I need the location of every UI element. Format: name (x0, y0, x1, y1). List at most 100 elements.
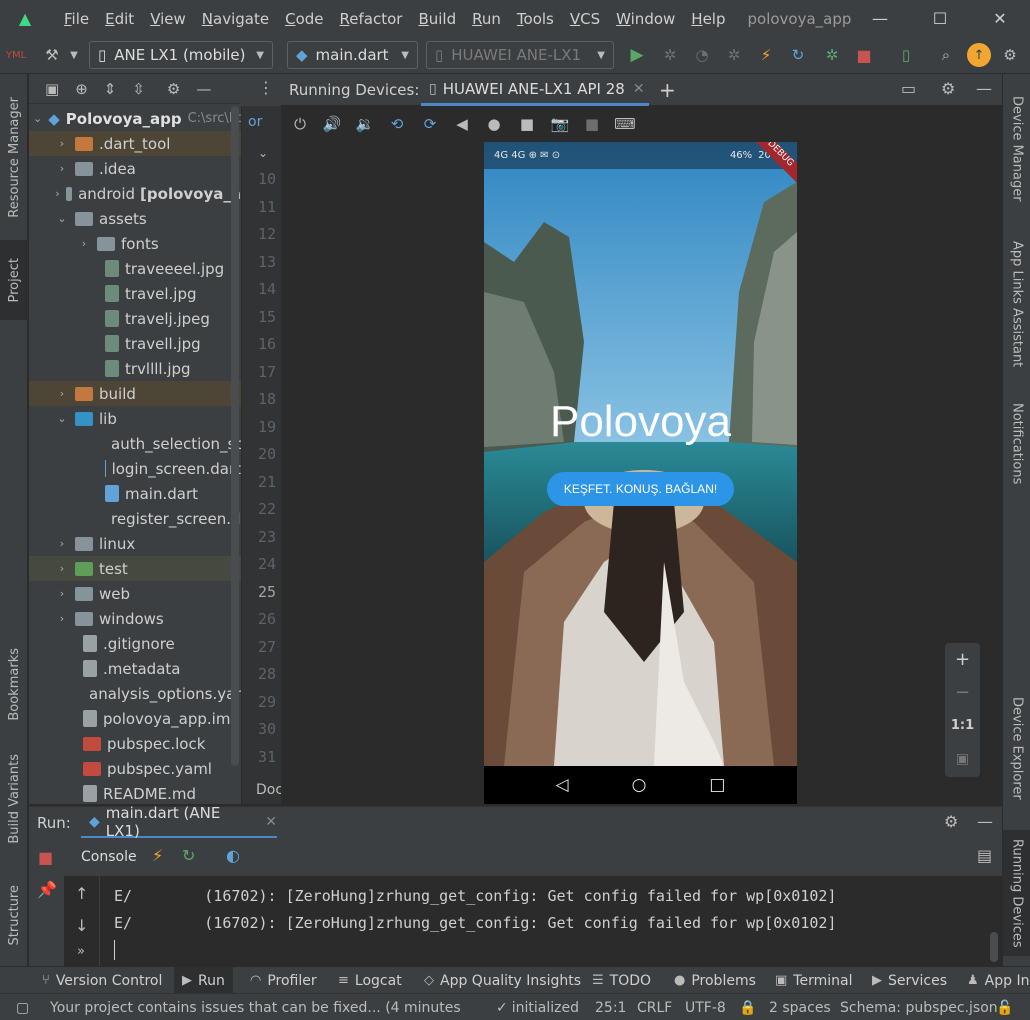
tab-console[interactable]: Console (81, 849, 137, 865)
console-scrollbar[interactable] (990, 932, 998, 962)
tab-device[interactable]: ▯ HUAWEI ANE-LX1 API 28 ✕ (421, 74, 649, 106)
tab-profiler[interactable]: ◠ Profiler (250, 967, 317, 994)
tab-todo[interactable]: ☰ TODO (592, 967, 651, 994)
tree-item[interactable]: › fonts (29, 231, 241, 256)
tree-item[interactable]: travel.jpg (29, 281, 241, 306)
more-options-icon[interactable]: ⋮ (258, 78, 274, 97)
tree-item[interactable]: auth_selection_sc (29, 431, 241, 456)
tree-item[interactable]: login_screen.dart (29, 456, 241, 481)
editor-tab-fragment[interactable]: or (248, 114, 262, 130)
hide-panel-icon[interactable]: — (976, 79, 992, 98)
file-encoding[interactable]: UTF-8 (685, 994, 726, 1020)
dart-devtools-icon[interactable]: ◐ (226, 846, 240, 865)
close-icon[interactable]: ✕ (633, 81, 645, 97)
zoom-in-button[interactable]: + (945, 643, 980, 676)
tree-item[interactable]: ⌄ assets (29, 206, 241, 231)
tree-item[interactable]: › windows (29, 606, 241, 631)
tree-item[interactable]: .metadata (29, 656, 241, 681)
tree-item[interactable]: main.dart (29, 481, 241, 506)
settings-gear-icon[interactable]: ⚙ (167, 80, 180, 98)
documentation-tab-fragment[interactable]: Doc (256, 782, 283, 798)
tab-app-inspection[interactable]: ♟ App Ins (967, 967, 1030, 994)
tab-notifications[interactable]: Notifications (1003, 394, 1030, 494)
status-message[interactable]: Your project contains issues that can be… (50, 994, 460, 1020)
run-config-selector[interactable]: ◆ main.dart ▼ (287, 41, 418, 69)
recents-nav-icon[interactable]: □ (709, 775, 725, 795)
tab-logcat[interactable]: ≡ Logcat (338, 967, 402, 994)
tree-item[interactable]: trvllll.jpg (29, 356, 241, 381)
rotate-right-icon[interactable]: ⟳ (418, 112, 442, 136)
tree-item[interactable]: travelj.jpeg (29, 306, 241, 331)
tree-item[interactable]: register_screen.da (29, 506, 241, 531)
hot-restart-icon[interactable]: ↻ (182, 846, 195, 865)
tab-app-quality-insights[interactable]: ◇ App Quality Insights (424, 967, 581, 994)
pin-icon[interactable]: 📌 (37, 880, 57, 899)
tree-item[interactable]: › .idea (29, 156, 241, 181)
explore-button[interactable]: KEŞFET. KONUŞ. BAĞLAN! (547, 472, 734, 506)
tab-build-variants[interactable]: Build Variants (0, 744, 28, 854)
menu-tools[interactable]: Tools (509, 10, 562, 28)
chevron-down-icon[interactable]: ⌄ (258, 146, 268, 160)
hide-panel-icon[interactable]: — (977, 812, 993, 831)
status-initialized[interactable]: ✓ initialized (496, 994, 579, 1020)
volume-down-icon[interactable]: 🔉 (353, 112, 377, 136)
tree-item[interactable]: analysis_options.yam (29, 681, 241, 706)
tab-device-manager[interactable]: Device Manager (1003, 84, 1030, 214)
caret-position[interactable]: 25:1 (595, 994, 626, 1020)
menu-vcs[interactable]: VCS (562, 10, 608, 28)
tree-item[interactable]: pubspec.lock (29, 731, 241, 756)
menu-window[interactable]: Window (608, 10, 683, 28)
hot-restart-icon[interactable]: ↻ (786, 43, 810, 67)
search-icon[interactable]: ⌕ (934, 43, 958, 67)
tab-run-config[interactable]: ◆ main.dart (ANE LX1) ✕ (81, 804, 277, 840)
minimize-icon[interactable]: — (850, 0, 910, 37)
tree-root[interactable]: ⌄ ◆ Polovoya_app C:\src\Po (29, 106, 241, 131)
device-selector[interactable]: ▯ ANE LX1 (mobile) ▼ (89, 41, 273, 69)
tab-bookmarks[interactable]: Bookmarks (0, 634, 28, 734)
stop-icon[interactable]: ■ (38, 848, 53, 867)
project-scrollbar[interactable] (231, 106, 239, 766)
more-chevron-icon[interactable]: » (77, 944, 85, 959)
locate-icon[interactable]: ⊕ (75, 80, 88, 98)
hide-panel-icon[interactable]: — (196, 80, 211, 98)
menu-build[interactable]: Build (410, 10, 464, 28)
expand-all-icon[interactable]: ⇕ (104, 80, 117, 98)
settings-gear-icon[interactable]: ⚙ (944, 812, 958, 831)
tab-structure[interactable]: Structure (0, 870, 28, 960)
menu-view[interactable]: View (142, 10, 194, 28)
zoom-actual-size-button[interactable]: 1:1 (945, 709, 980, 742)
tab-running-devices[interactable]: Running Devices (1003, 830, 1030, 956)
arrow-down-icon[interactable]: ↓ (75, 916, 88, 935)
zoom-out-button[interactable]: − (945, 676, 980, 709)
menu-code[interactable]: Code (277, 10, 331, 28)
update-icon[interactable]: ↑ (967, 43, 991, 67)
tree-item[interactable]: pubspec.yaml (29, 756, 241, 781)
rotate-left-icon[interactable]: ⟲ (385, 112, 409, 136)
menu-edit[interactable]: Edit (97, 10, 142, 28)
tab-resource-manager[interactable]: Resource Manager (0, 82, 28, 232)
tab-problems[interactable]: ● Problems (674, 967, 756, 994)
tree-item[interactable]: › build (29, 381, 241, 406)
power-icon[interactable]: ⏻ (288, 112, 312, 136)
attach-debugger-icon[interactable]: ✲ (722, 43, 746, 67)
maximize-panel-icon[interactable]: ▭ (901, 79, 916, 98)
tab-terminal[interactable]: ▣ Terminal (775, 967, 852, 994)
collapse-all-icon[interactable]: ⇳ (132, 80, 145, 98)
settings-gear-icon[interactable]: ⚙ (998, 43, 1022, 67)
project-view-icon[interactable]: ▣ (45, 80, 59, 98)
yml-file-icon[interactable]: YML (4, 43, 28, 67)
tab-project[interactable]: Project (0, 240, 28, 320)
debug-bug-icon[interactable]: ✲ (658, 43, 682, 67)
layout-options-icon[interactable]: ▤ (977, 846, 992, 865)
tree-item[interactable]: polovoya_app.iml (29, 706, 241, 731)
hot-reload-icon[interactable]: ⚡ (754, 43, 778, 67)
home-nav-icon[interactable]: ○ (632, 775, 647, 795)
device-manager-icon[interactable]: ▯ (894, 43, 918, 67)
tree-item[interactable]: traveeeel.jpg (29, 256, 241, 281)
keyboard-icon[interactable]: ⌨ (613, 112, 637, 136)
tab-device-explorer[interactable]: Device Explorer (1003, 688, 1030, 808)
target-device-selector[interactable]: ▯ HUAWEI ANE-LX1 ▼ (426, 41, 614, 69)
console-output[interactable]: ↑ ↓ » E/ (16702): [ZeroHung]zrhung_get_c… (64, 876, 1002, 966)
back-icon[interactable]: ◀ (450, 112, 474, 136)
close-icon[interactable]: ✕ (970, 0, 1030, 37)
